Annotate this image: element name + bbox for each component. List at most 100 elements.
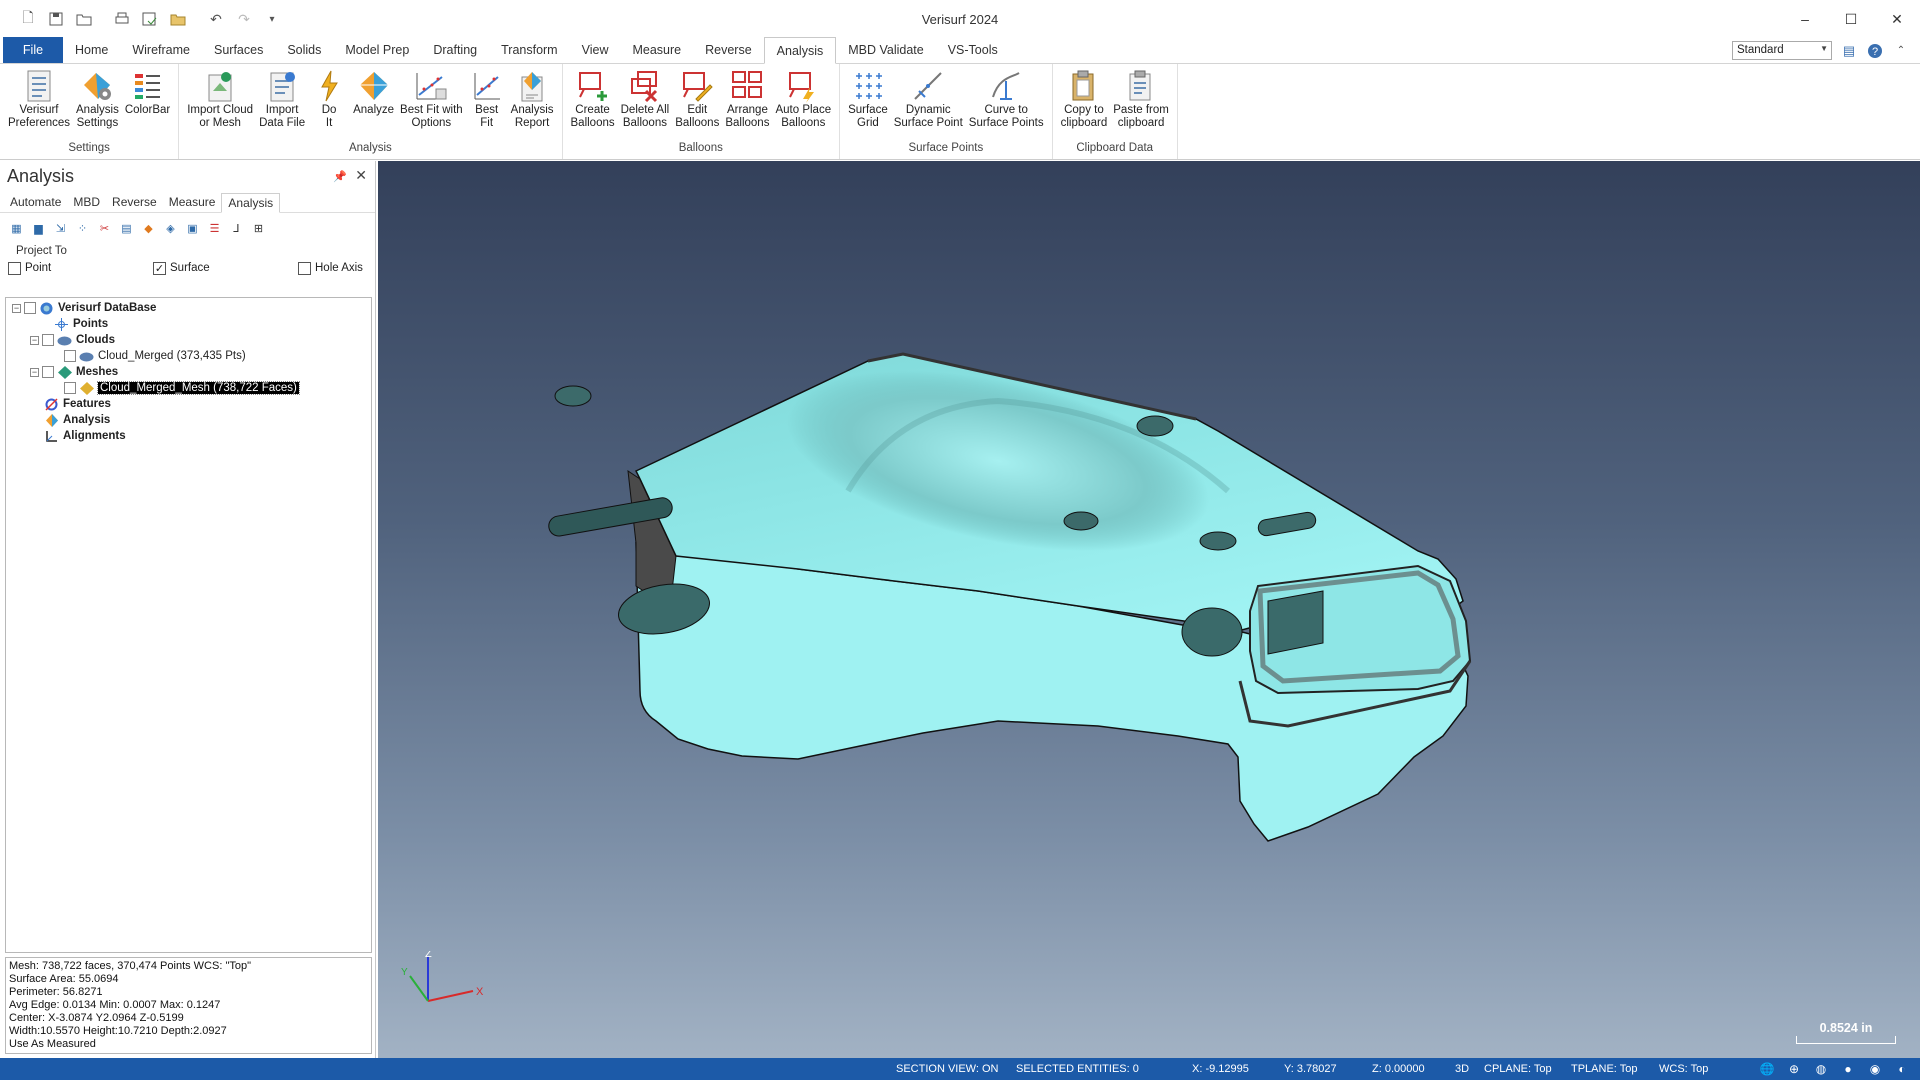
point-checkbox[interactable] [8,261,21,275]
report-icon[interactable]: ▦ [7,219,26,238]
best-fit-button[interactable]: Best Fit [467,68,507,140]
settings-map-icon[interactable]: ▣ [183,219,202,238]
collapse-icon[interactable]: − [30,367,39,377]
collapse-ribbon-icon[interactable]: ⌃ [1892,42,1910,60]
book-icon[interactable]: ▆ [29,219,48,238]
collapse-icon[interactable]: − [30,335,39,345]
table-icon[interactable]: ▤ [117,219,136,238]
mesh-part-render[interactable] [378,161,1920,1058]
list-icon[interactable]: ☰ [205,219,224,238]
tab-reverse[interactable]: Reverse [693,37,764,63]
tree-node-meshes[interactable]: − Meshes [6,364,371,380]
open-folder-icon[interactable] [72,7,96,31]
verisurf-preferences-button[interactable]: Verisurf Preferences [6,68,72,140]
best-fit-with-options-button[interactable]: Best Fit with Options [398,68,465,140]
close-icon[interactable]: ✕ [1874,0,1920,38]
tab-measure[interactable]: Measure [620,37,693,63]
panel-tab-reverse[interactable]: Reverse [106,192,163,212]
surface-grid-button[interactable]: Surface Grid [846,68,890,140]
print-icon[interactable] [110,7,134,31]
tab-vs-tools[interactable]: VS-Tools [936,37,1010,63]
surface-option[interactable]: ✓ Surface [153,261,298,275]
view-mode-3d[interactable]: 3D [1455,1063,1469,1075]
tab-model-prep[interactable]: Model Prep [333,37,421,63]
panel-close-icon[interactable]: ✕ [355,167,367,184]
copy-to-clipboard-button[interactable]: Copy to clipboard [1059,68,1110,140]
analysis-report-button[interactable]: Analysis Report [509,68,556,140]
tab-mbd-validate[interactable]: MBD Validate [836,37,936,63]
panel-tab-mbd[interactable]: MBD [67,192,106,212]
sphere-icon[interactable]: ◉ [1867,1061,1883,1077]
surface-checkbox[interactable]: ✓ [153,261,166,275]
new-file-icon[interactable]: 🗋 [16,7,40,31]
import-data-file-button[interactable]: Import Data File [257,68,307,140]
auto-place-balloons-button[interactable]: Auto Place Balloons [773,68,833,140]
tree-node-alignments[interactable]: Alignments [6,428,371,444]
tab-home[interactable]: Home [63,37,120,63]
tab-view[interactable]: View [570,37,621,63]
globe-grid-icon[interactable]: ⊕ [1786,1061,1802,1077]
do-it-button[interactable]: Do It [309,68,349,140]
edit-sphere-icon[interactable]: ◐ [1894,1061,1910,1077]
panel-tab-measure[interactable]: Measure [163,192,222,212]
minimize-icon[interactable]: – [1782,0,1828,38]
wireframe-sphere-icon[interactable]: ◍ [1813,1061,1829,1077]
pin-icon[interactable]: 📌 [333,170,347,183]
tree-node-cloud-merged[interactable]: Cloud_Merged (373,435 Pts) [6,348,371,364]
curve-to-surface-points-button[interactable]: Curve to Surface Points [967,68,1046,140]
dynamic-surface-point-button[interactable]: Dynamic Surface Point [892,68,965,140]
tab-file[interactable]: File [3,37,63,63]
undo-icon[interactable]: ↶ [204,7,228,31]
tplane-status[interactable]: TPLANE: Top [1571,1063,1637,1075]
tree-checkbox[interactable] [64,382,76,394]
save-as-icon[interactable] [138,7,162,31]
collapse-icon[interactable]: − [12,303,21,313]
wcs-status[interactable]: WCS: Top [1659,1063,1708,1075]
view-style-select[interactable]: Standard ▼ [1732,41,1832,60]
scatter-icon[interactable]: ⁘ [73,219,92,238]
shaded-sphere-icon[interactable]: ● [1840,1061,1856,1077]
point-map-icon[interactable]: ◈ [161,219,180,238]
tree-node-database[interactable]: − Verisurf DataBase [6,300,371,316]
tab-analysis[interactable]: Analysis [763,37,837,64]
tree-node-clouds[interactable]: − Clouds [6,332,371,348]
3d-viewport[interactable]: Z X Y 0.8524 in [378,161,1920,1058]
save-icon[interactable] [44,7,68,31]
comment-icon[interactable]: ▤ [1840,42,1858,60]
delete-all-balloons-button[interactable]: Delete All Balloons [619,68,672,140]
hole-axis-option[interactable]: Hole Axis [298,261,363,275]
arrange-balloons-button[interactable]: Arrange Balloons [723,68,771,140]
tree-node-analysis[interactable]: Analysis [6,412,371,428]
tab-drafting[interactable]: Drafting [421,37,489,63]
colorbar-button[interactable]: ColorBar [123,68,172,140]
import-cloud-or-mesh-button[interactable]: Import Cloud or Mesh [185,68,255,140]
tab-surfaces[interactable]: Surfaces [202,37,275,63]
scissors-icon[interactable]: ✂ [95,219,114,238]
tree-checkbox[interactable] [64,350,76,362]
tree-checkbox[interactable] [24,302,36,314]
tree-checkbox[interactable] [42,334,54,346]
paste-from-clipboard-button[interactable]: Paste from clipboard [1111,68,1171,140]
globe-icon[interactable]: 🌐 [1759,1061,1775,1077]
panel-tab-analysis[interactable]: Analysis [221,193,281,213]
section-view-status[interactable]: SECTION VIEW: ON [896,1063,998,1075]
edit-balloons-button[interactable]: Edit Balloons [673,68,721,140]
tree-node-points[interactable]: Points [6,316,371,332]
tree-node-mesh-item[interactable]: Cloud_Merged_Mesh (738,722 Faces) [6,380,371,396]
point-option[interactable]: Point [8,261,153,275]
export-icon[interactable]: ⇲ [51,219,70,238]
folder-icon[interactable] [166,7,190,31]
dimension-icon[interactable]: ⊞ [249,219,268,238]
create-balloons-button[interactable]: Create Balloons [569,68,617,140]
tree-node-features[interactable]: Features [6,396,371,412]
tab-solids[interactable]: Solids [275,37,333,63]
color-map-icon[interactable]: ◆ [139,219,158,238]
tree-checkbox[interactable] [42,366,54,378]
help-icon[interactable]: ? [1866,42,1884,60]
axes-icon[interactable]: ⅃ [227,219,246,238]
redo-icon[interactable]: ↷ [232,7,256,31]
panel-tab-automate[interactable]: Automate [4,192,67,212]
hole-axis-checkbox[interactable] [298,261,311,275]
tab-transform[interactable]: Transform [489,37,570,63]
analyze-button[interactable]: Analyze [351,68,396,140]
